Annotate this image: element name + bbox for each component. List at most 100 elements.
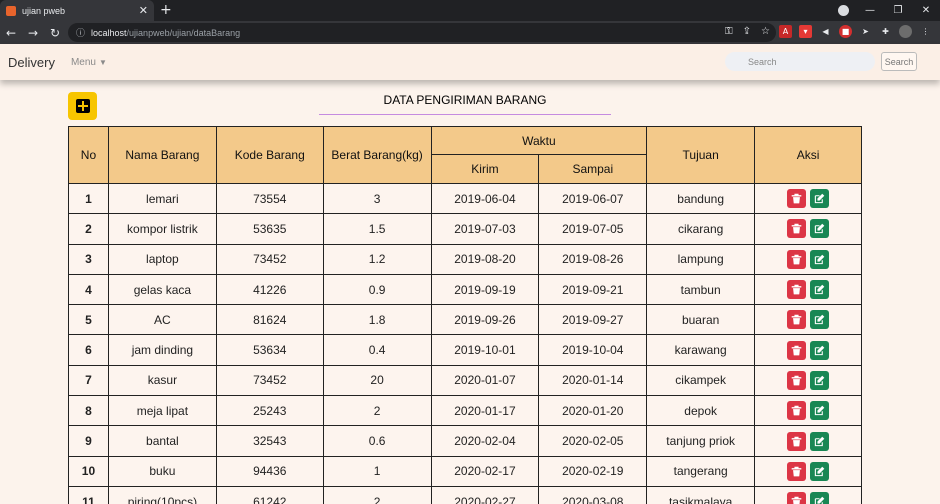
close-tab-icon[interactable]: ✕ <box>139 4 148 17</box>
cell-sampai: 2019-07-05 <box>538 213 648 245</box>
delete-button[interactable] <box>787 492 807 504</box>
back-icon[interactable]: ← <box>0 26 22 40</box>
key-icon[interactable]: ⚿ <box>725 26 733 37</box>
delete-button[interactable] <box>787 431 807 451</box>
menu-dropdown[interactable]: Menu ▼ <box>71 57 107 68</box>
delete-button[interactable] <box>787 461 807 481</box>
pencil-square-icon <box>814 193 825 204</box>
cell-no: 9 <box>68 425 109 457</box>
extensions-bar: A ▾ ◀ ■ ➤ ✚ ⋮ <box>779 25 932 38</box>
cell-sampai: 2020-01-20 <box>538 395 648 427</box>
cell-no: 2 <box>68 213 109 245</box>
delete-button[interactable] <box>787 219 807 239</box>
cell-sampai: 2019-09-27 <box>538 304 648 336</box>
share-icon[interactable]: ⇪ <box>743 26 751 37</box>
cell-berat: 0.9 <box>322 273 432 306</box>
url-host: localhost <box>91 27 127 38</box>
cell-berat: 1.5 <box>322 213 432 245</box>
cell-kirim: 2020-01-07 <box>430 364 540 397</box>
delete-button[interactable] <box>787 189 807 209</box>
speaker-icon[interactable]: ◀ <box>819 25 832 38</box>
cell-aksi <box>754 182 862 215</box>
browser-tab[interactable]: ujian pweb ✕ <box>0 0 154 21</box>
cell-kirim: 2019-10-01 <box>430 334 540 366</box>
edit-button[interactable] <box>810 219 830 239</box>
cell-berat: 20 <box>322 364 432 397</box>
delete-button[interactable] <box>787 370 807 390</box>
bookmark-star-icon[interactable]: ☆ <box>761 26 770 37</box>
pdf-extension-icon[interactable]: A <box>779 25 792 38</box>
cell-kode: 61242 <box>215 485 324 504</box>
browser-toolbar: ← → ↻ ⓘ localhost /ujianpweb/ujian/dataB… <box>0 21 940 44</box>
cell-no: 10 <box>68 455 109 487</box>
cell-kirim: 2019-09-26 <box>430 304 540 336</box>
col-header-berat: Berat Barang(kg) <box>322 126 432 184</box>
trash-icon <box>791 284 802 295</box>
col-header-kode: Kode Barang <box>215 126 324 184</box>
search-button[interactable]: Search <box>881 52 917 71</box>
cell-nama: laptop <box>107 243 217 275</box>
edit-button[interactable] <box>810 249 830 269</box>
cell-nama: AC <box>107 304 217 336</box>
delete-button[interactable] <box>787 310 807 330</box>
close-window-icon[interactable]: ✕ <box>912 5 940 16</box>
cell-no: 6 <box>68 334 109 366</box>
cell-nama: piring(10pcs) <box>107 485 217 504</box>
edit-button[interactable] <box>810 431 830 451</box>
table-row: 9 bantal 32543 0.6 2020-02-04 2020-02-05 tanju… <box>68 425 862 457</box>
trash-icon <box>791 223 802 234</box>
cell-no: 5 <box>68 304 109 336</box>
restore-icon[interactable]: ❐ <box>884 5 912 16</box>
cell-sampai: 2019-10-04 <box>538 334 648 366</box>
edit-button[interactable] <box>810 461 830 481</box>
cursor-extension-icon[interactable]: ➤ <box>859 25 872 38</box>
trash-icon <box>791 405 802 416</box>
edit-button[interactable] <box>810 370 830 390</box>
table-row: 11 piring(10pcs) 61242 2 2020-02-27 2020-03-0… <box>68 485 862 504</box>
page-title: DATA PENGIRIMAN BARANG <box>383 93 547 107</box>
cell-aksi <box>754 213 862 245</box>
adblock-extension-icon[interactable]: ■ <box>839 25 852 38</box>
cell-nama: gelas kaca <box>107 273 217 306</box>
edit-button[interactable] <box>810 189 830 209</box>
delete-button[interactable] <box>787 340 807 360</box>
delete-button[interactable] <box>787 401 807 421</box>
forward-icon[interactable]: → <box>22 26 44 40</box>
cell-aksi <box>754 243 862 275</box>
delete-button[interactable] <box>787 280 807 300</box>
site-info-icon[interactable]: ⓘ <box>76 26 85 39</box>
edit-button[interactable] <box>810 401 830 421</box>
cell-berat: 0.6 <box>322 425 432 457</box>
pocket-extension-icon[interactable]: ▾ <box>799 25 812 38</box>
cell-nama: kasur <box>107 364 217 397</box>
pencil-square-icon <box>814 314 825 325</box>
new-tab-icon[interactable]: + <box>160 2 172 18</box>
cell-kirim: 2019-07-03 <box>430 213 540 245</box>
extensions-puzzle-icon[interactable]: ✚ <box>879 25 892 38</box>
cell-kode: 73554 <box>215 182 324 215</box>
reload-icon[interactable]: ↻ <box>44 26 66 40</box>
search-input[interactable]: Search <box>725 52 875 71</box>
browser-menu-icon[interactable]: ⋮ <box>919 25 932 38</box>
navbar-brand[interactable]: Delivery <box>8 55 55 70</box>
cell-aksi <box>754 425 862 457</box>
edit-button[interactable] <box>810 280 830 300</box>
pencil-square-icon <box>814 436 825 447</box>
col-header-nama: Nama Barang <box>107 126 217 184</box>
address-bar[interactable]: ⓘ localhost /ujianpweb/ujian/dataBarang … <box>68 23 776 42</box>
profile-avatar-icon[interactable] <box>899 25 912 38</box>
add-data-button[interactable] <box>68 92 97 120</box>
table-row: 5 AC 81624 1.8 2019-09-26 2019-09-27 buaran <box>68 304 862 336</box>
cell-tujuan: cikarang <box>646 213 756 245</box>
minimize-icon[interactable]: — <box>856 5 884 16</box>
edit-button[interactable] <box>810 340 830 360</box>
cell-nama: jam dinding <box>107 334 217 366</box>
cell-tujuan: tangerang <box>646 455 756 487</box>
pencil-square-icon <box>814 254 825 265</box>
cell-sampai: 2020-02-19 <box>538 455 648 487</box>
edit-button[interactable] <box>810 310 830 330</box>
edit-button[interactable] <box>810 492 830 504</box>
cell-berat: 1.8 <box>322 304 432 336</box>
delete-button[interactable] <box>787 249 807 269</box>
profile-indicator-icon[interactable] <box>838 5 849 16</box>
